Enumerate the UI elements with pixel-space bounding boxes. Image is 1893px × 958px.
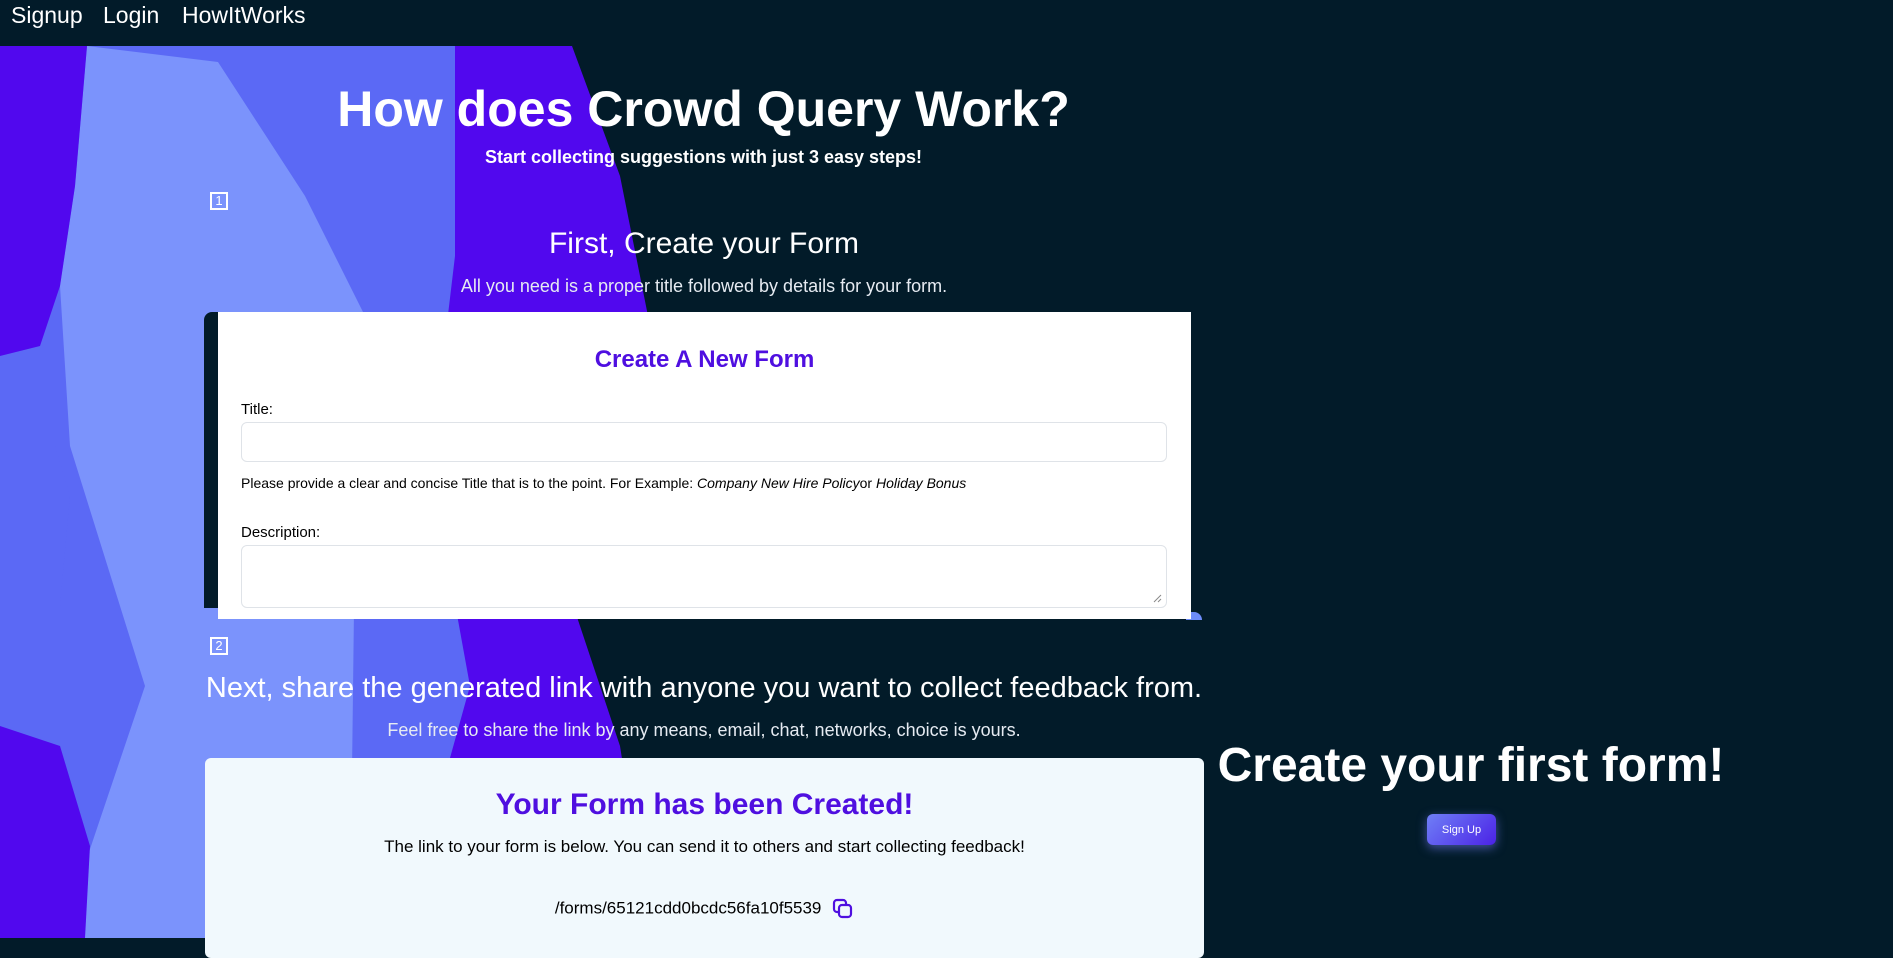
title-label: Title: (241, 401, 273, 418)
title-hint-example-2: Holiday Bonus (872, 475, 967, 491)
title-input[interactable] (241, 422, 1167, 462)
copy-icon[interactable] (832, 898, 854, 920)
top-nav: Signup Login HowItWorks (0, 0, 1893, 46)
sign-up-button[interactable]: Sign Up (1427, 814, 1496, 845)
title-hint-or: or (859, 475, 873, 491)
step-2-description: Feel free to share the link by any means… (387, 720, 1021, 740)
step-2-number-icon: 2 (210, 637, 228, 655)
nav-how-it-works-link[interactable]: HowItWorks (182, 2, 306, 29)
cta-title: Create your first form! (1217, 739, 1725, 792)
form-link[interactable]: /forms/65121cdd0bcdc56fa10f5539 (555, 898, 822, 917)
page-subtitle: Start collecting suggestions with just 3… (484, 147, 923, 167)
nav-login-link[interactable]: Login (103, 2, 159, 29)
page-title: How does Crowd Query Work? (337, 81, 1070, 137)
form-created-heading: Your Form has been Created! (495, 788, 914, 821)
form-created-card: Your Form has been Created! The link to … (205, 758, 1204, 958)
step-1-description: All you need is a proper title followed … (460, 276, 948, 296)
form-link-row: /forms/65121cdd0bcdc56fa10f5539 (205, 898, 1204, 920)
create-form-card: Create A New Form Title: Please provide … (218, 312, 1191, 619)
step-1-number-icon: 1 (210, 192, 228, 210)
step-1-title: First, Create your Form (548, 227, 860, 260)
title-hint-example-1: Company New Hire Policy (697, 475, 860, 491)
create-form-heading: Create A New Form (594, 346, 815, 373)
description-textarea[interactable] (241, 545, 1167, 608)
form-created-description: The link to your form is below. You can … (384, 837, 1025, 856)
nav-signup-link[interactable]: Signup (11, 2, 83, 29)
step-2-title: Next, share the generated link with anyo… (205, 672, 1203, 704)
title-hint-prefix: Please provide a clear and concise Title… (241, 475, 698, 491)
resize-grip-icon[interactable] (1152, 593, 1162, 603)
description-label: Description: (241, 524, 321, 541)
title-hint: Please provide a clear and concise Title… (241, 475, 966, 491)
